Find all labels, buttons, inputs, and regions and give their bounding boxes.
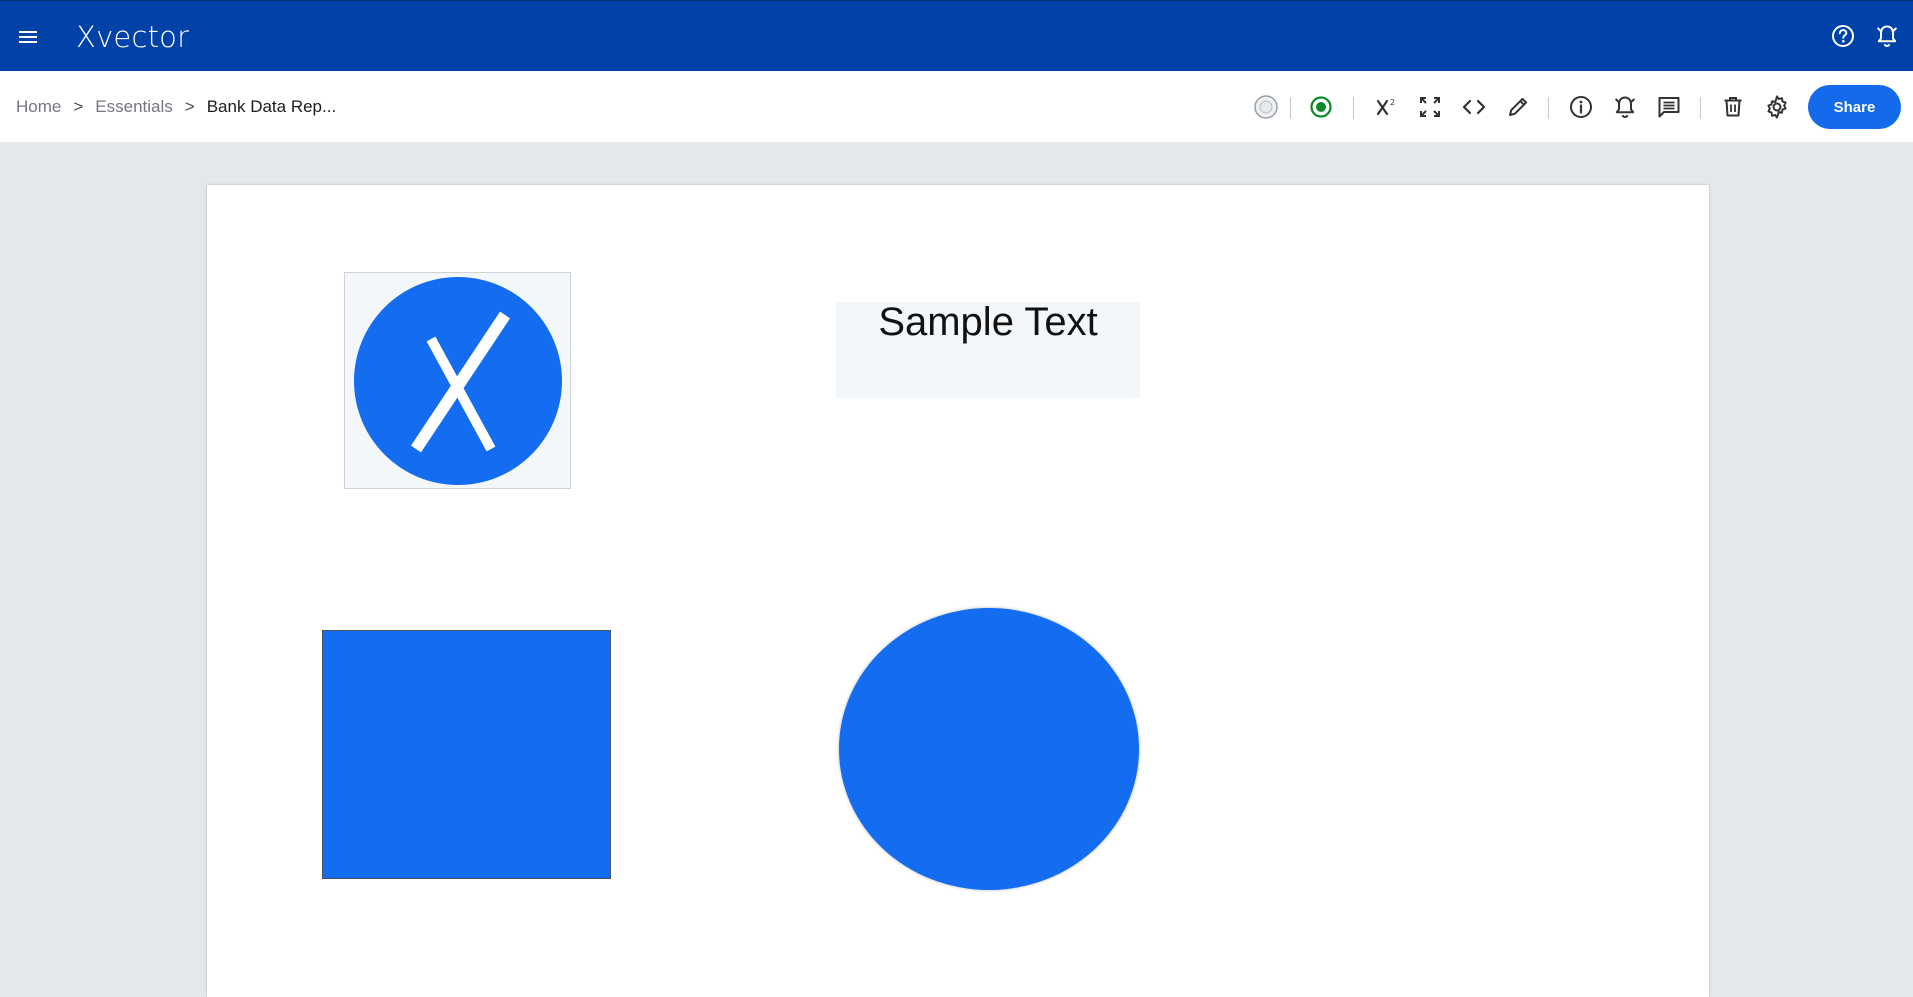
top-app-bar: Xvector bbox=[0, 0, 1913, 71]
live-status-icon[interactable] bbox=[1308, 94, 1334, 120]
comment-icon[interactable] bbox=[1656, 94, 1682, 120]
image-widget[interactable] bbox=[344, 272, 571, 489]
fullscreen-icon[interactable] bbox=[1417, 94, 1443, 120]
brand-logo[interactable]: Xvector bbox=[76, 19, 189, 55]
breadcrumb-separator: > bbox=[73, 96, 84, 116]
help-icon[interactable] bbox=[1830, 23, 1856, 49]
brand-name: Xvector bbox=[76, 20, 190, 54]
dashboard-canvas[interactable]: Sample Text bbox=[207, 185, 1709, 997]
xvector-logo-image bbox=[354, 277, 562, 485]
page-toolbar: Home > Essentials > Bank Data Rep... 2 S… bbox=[0, 71, 1913, 142]
breadcrumb: Home > Essentials > Bank Data Rep... bbox=[16, 71, 336, 142]
toolbar-divider bbox=[1700, 97, 1701, 119]
text-widget-content: Sample Text bbox=[878, 300, 1098, 344]
rectangle-shape[interactable] bbox=[322, 630, 611, 879]
breadcrumb-current-page: Bank Data Rep... bbox=[206, 96, 337, 116]
code-icon[interactable] bbox=[1461, 94, 1487, 120]
breadcrumb-home[interactable]: Home bbox=[16, 97, 61, 117]
status-light-icon[interactable] bbox=[1253, 94, 1279, 120]
toolbar-divider bbox=[1290, 97, 1291, 119]
delete-icon[interactable] bbox=[1720, 94, 1746, 120]
superscript-x-icon[interactable]: 2 bbox=[1373, 94, 1399, 120]
text-widget[interactable]: Sample Text bbox=[836, 300, 1140, 398]
hamburger-menu-icon[interactable] bbox=[16, 25, 40, 49]
settings-icon[interactable] bbox=[1764, 94, 1790, 120]
alert-bell-icon[interactable] bbox=[1612, 94, 1638, 120]
notifications-icon[interactable] bbox=[1874, 23, 1900, 49]
ellipse-shape[interactable] bbox=[839, 608, 1139, 890]
edit-pencil-icon[interactable] bbox=[1505, 94, 1531, 120]
breadcrumb-separator: > bbox=[184, 96, 195, 116]
info-icon[interactable] bbox=[1568, 94, 1594, 120]
breadcrumb-essentials[interactable]: Essentials bbox=[95, 97, 172, 117]
toolbar-divider bbox=[1353, 97, 1354, 119]
share-button[interactable]: Share bbox=[1808, 85, 1901, 129]
toolbar-divider bbox=[1548, 97, 1549, 119]
svg-text:2: 2 bbox=[1390, 98, 1395, 107]
